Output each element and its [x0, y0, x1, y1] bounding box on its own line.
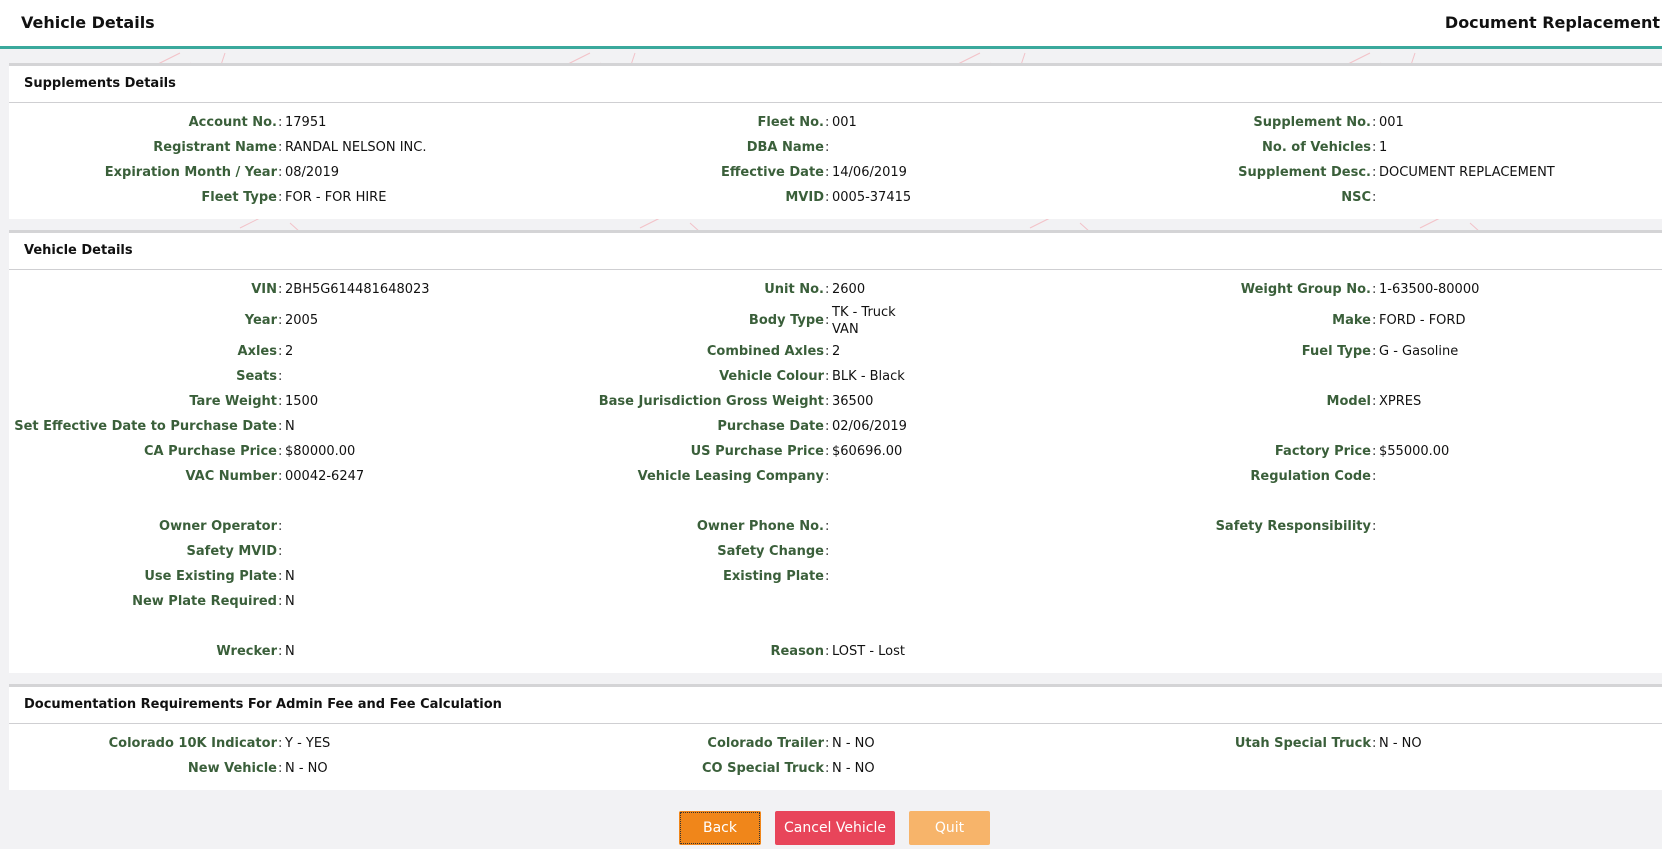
vehicle-details-header: Vehicle Details	[9, 233, 1662, 270]
documentation-requirements-header: Documentation Requirements For Admin Fee…	[9, 687, 1662, 724]
back-button[interactable]: Back	[679, 811, 761, 845]
supplements-details-panel: Supplements Details	[9, 63, 1662, 219]
transaction-title: Document Replacement	[1444, 13, 1660, 32]
cancel-vehicle-button[interactable]: Cancel Vehicle	[775, 811, 895, 845]
page-title: Vehicle Details	[21, 13, 155, 32]
vehicle-details-panel: Vehicle Details	[9, 230, 1662, 673]
top-bar: Vehicle Details Document Replacement	[0, 0, 1662, 49]
documentation-requirements-panel: Documentation Requirements For Admin Fee…	[9, 684, 1662, 790]
supplements-details-header: Supplements Details	[9, 66, 1662, 103]
quit-button[interactable]: Quit	[909, 811, 990, 845]
